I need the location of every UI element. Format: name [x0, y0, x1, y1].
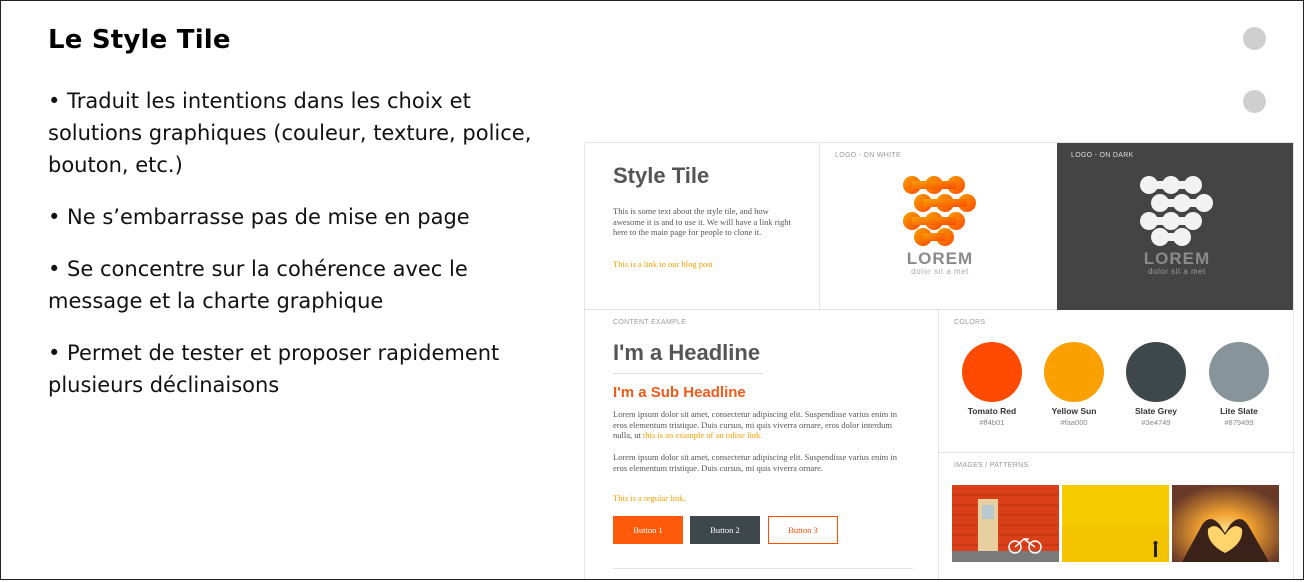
- colors-caption: COLORS: [954, 319, 986, 326]
- bullet-item: • Permet de tester et proposer rapidemen…: [48, 341, 500, 397]
- inline-link[interactable]: this is an example of an inline link.: [643, 430, 762, 440]
- logo-dark-caption: LOGO - ON DARK: [1071, 152, 1134, 159]
- button-1[interactable]: Button 1: [613, 516, 683, 544]
- bullet-list: • Traduit les intentions dans les choix …: [48, 85, 568, 421]
- color-circle: [962, 342, 1022, 402]
- paragraph: Lorem ipsum dolor sit amet, consectetur …: [613, 409, 913, 441]
- button-3[interactable]: Button 3: [768, 516, 838, 544]
- headline: I'm a Headline: [613, 340, 761, 365]
- button-2[interactable]: Button 2: [690, 516, 760, 544]
- tile-blog-link[interactable]: This is a link to our blog post: [613, 259, 713, 269]
- nav-dot-icon[interactable]: [1243, 90, 1266, 113]
- logo-tagline: dolor sit a met: [911, 267, 969, 276]
- color-circle: [1126, 342, 1186, 402]
- color-hex: #3e4749: [1141, 418, 1171, 427]
- logo-on-white: LOGO - ON WHITE LOREM dolor sit a met: [820, 143, 1057, 310]
- logo-white-caption: LOGO - ON WHITE: [835, 152, 901, 159]
- colors-section: COLORS Tomato Red #ff4b01 Yellow Sun #fa…: [939, 310, 1293, 453]
- color-name: Yellow Sun: [1051, 406, 1097, 416]
- tile-intro-text: This is some text about the style tile, …: [613, 206, 791, 237]
- logo-name: LOREM: [1143, 249, 1211, 268]
- content-caption: CONTENT EXAMPLE: [613, 319, 687, 326]
- color-name: Lite Slate: [1220, 406, 1258, 416]
- color-hex: #ff4b01: [979, 418, 1005, 427]
- color-swatch: Tomato Red #ff4b01: [950, 342, 1034, 427]
- color-name: Slate Grey: [1134, 406, 1178, 416]
- divider: [613, 568, 913, 569]
- nav-dot-icon[interactable]: [1243, 27, 1266, 50]
- style-tile-image: Style Tile This is some text about the s…: [584, 142, 1294, 579]
- slide-title: Le Style Tile: [48, 25, 231, 55]
- divider: [613, 373, 763, 374]
- sunset-heart-image: [1172, 485, 1279, 562]
- tile-intro: Style Tile This is some text about the s…: [585, 143, 820, 310]
- tile-title: Style Tile: [613, 163, 710, 188]
- lorem-logo-icon: LOREM dolor sit a met: [1137, 173, 1217, 283]
- color-hex: #879499: [1224, 418, 1254, 427]
- bullet-item: • Se concentre sur la cohérence avec le …: [48, 257, 468, 313]
- paragraph: Lorem ipsum dolor sit amet, consectetur …: [613, 452, 897, 473]
- bullet-item: • Traduit les intentions dans les choix …: [48, 89, 532, 177]
- color-circle: [1209, 342, 1269, 402]
- color-swatch: Yellow Sun #faa000: [1032, 342, 1116, 427]
- content-example: CONTENT EXAMPLE I'm a Headline I'm a Sub…: [585, 310, 939, 579]
- regular-link[interactable]: This is a regular link.: [613, 493, 685, 503]
- color-hex: #faa000: [1060, 418, 1088, 427]
- images-section: IMAGES / PATTERNS: [939, 453, 1293, 579]
- color-swatch: Slate Grey #3e4749: [1114, 342, 1198, 427]
- color-circle: [1044, 342, 1104, 402]
- red-door-image: [952, 485, 1059, 562]
- logo-name: LOREM: [906, 249, 974, 268]
- bullet-item: • Ne s’embarrasse pas de mise en page: [48, 205, 470, 229]
- color-swatch: Lite Slate #879499: [1197, 342, 1281, 427]
- logo-tagline: dolor sit a met: [1148, 267, 1206, 276]
- images-caption: IMAGES / PATTERNS: [954, 462, 1029, 469]
- slide: Le Style Tile • Traduit les intentions d…: [0, 0, 1304, 580]
- yellow-wall-image: [1062, 485, 1169, 562]
- subheadline: I'm a Sub Headline: [613, 384, 746, 401]
- logo-on-dark: LOGO - ON DARK LOREM dolor sit a met: [1057, 143, 1293, 310]
- lorem-logo-icon: LOREM dolor sit a met: [900, 173, 980, 283]
- color-name: Tomato Red: [967, 406, 1017, 416]
